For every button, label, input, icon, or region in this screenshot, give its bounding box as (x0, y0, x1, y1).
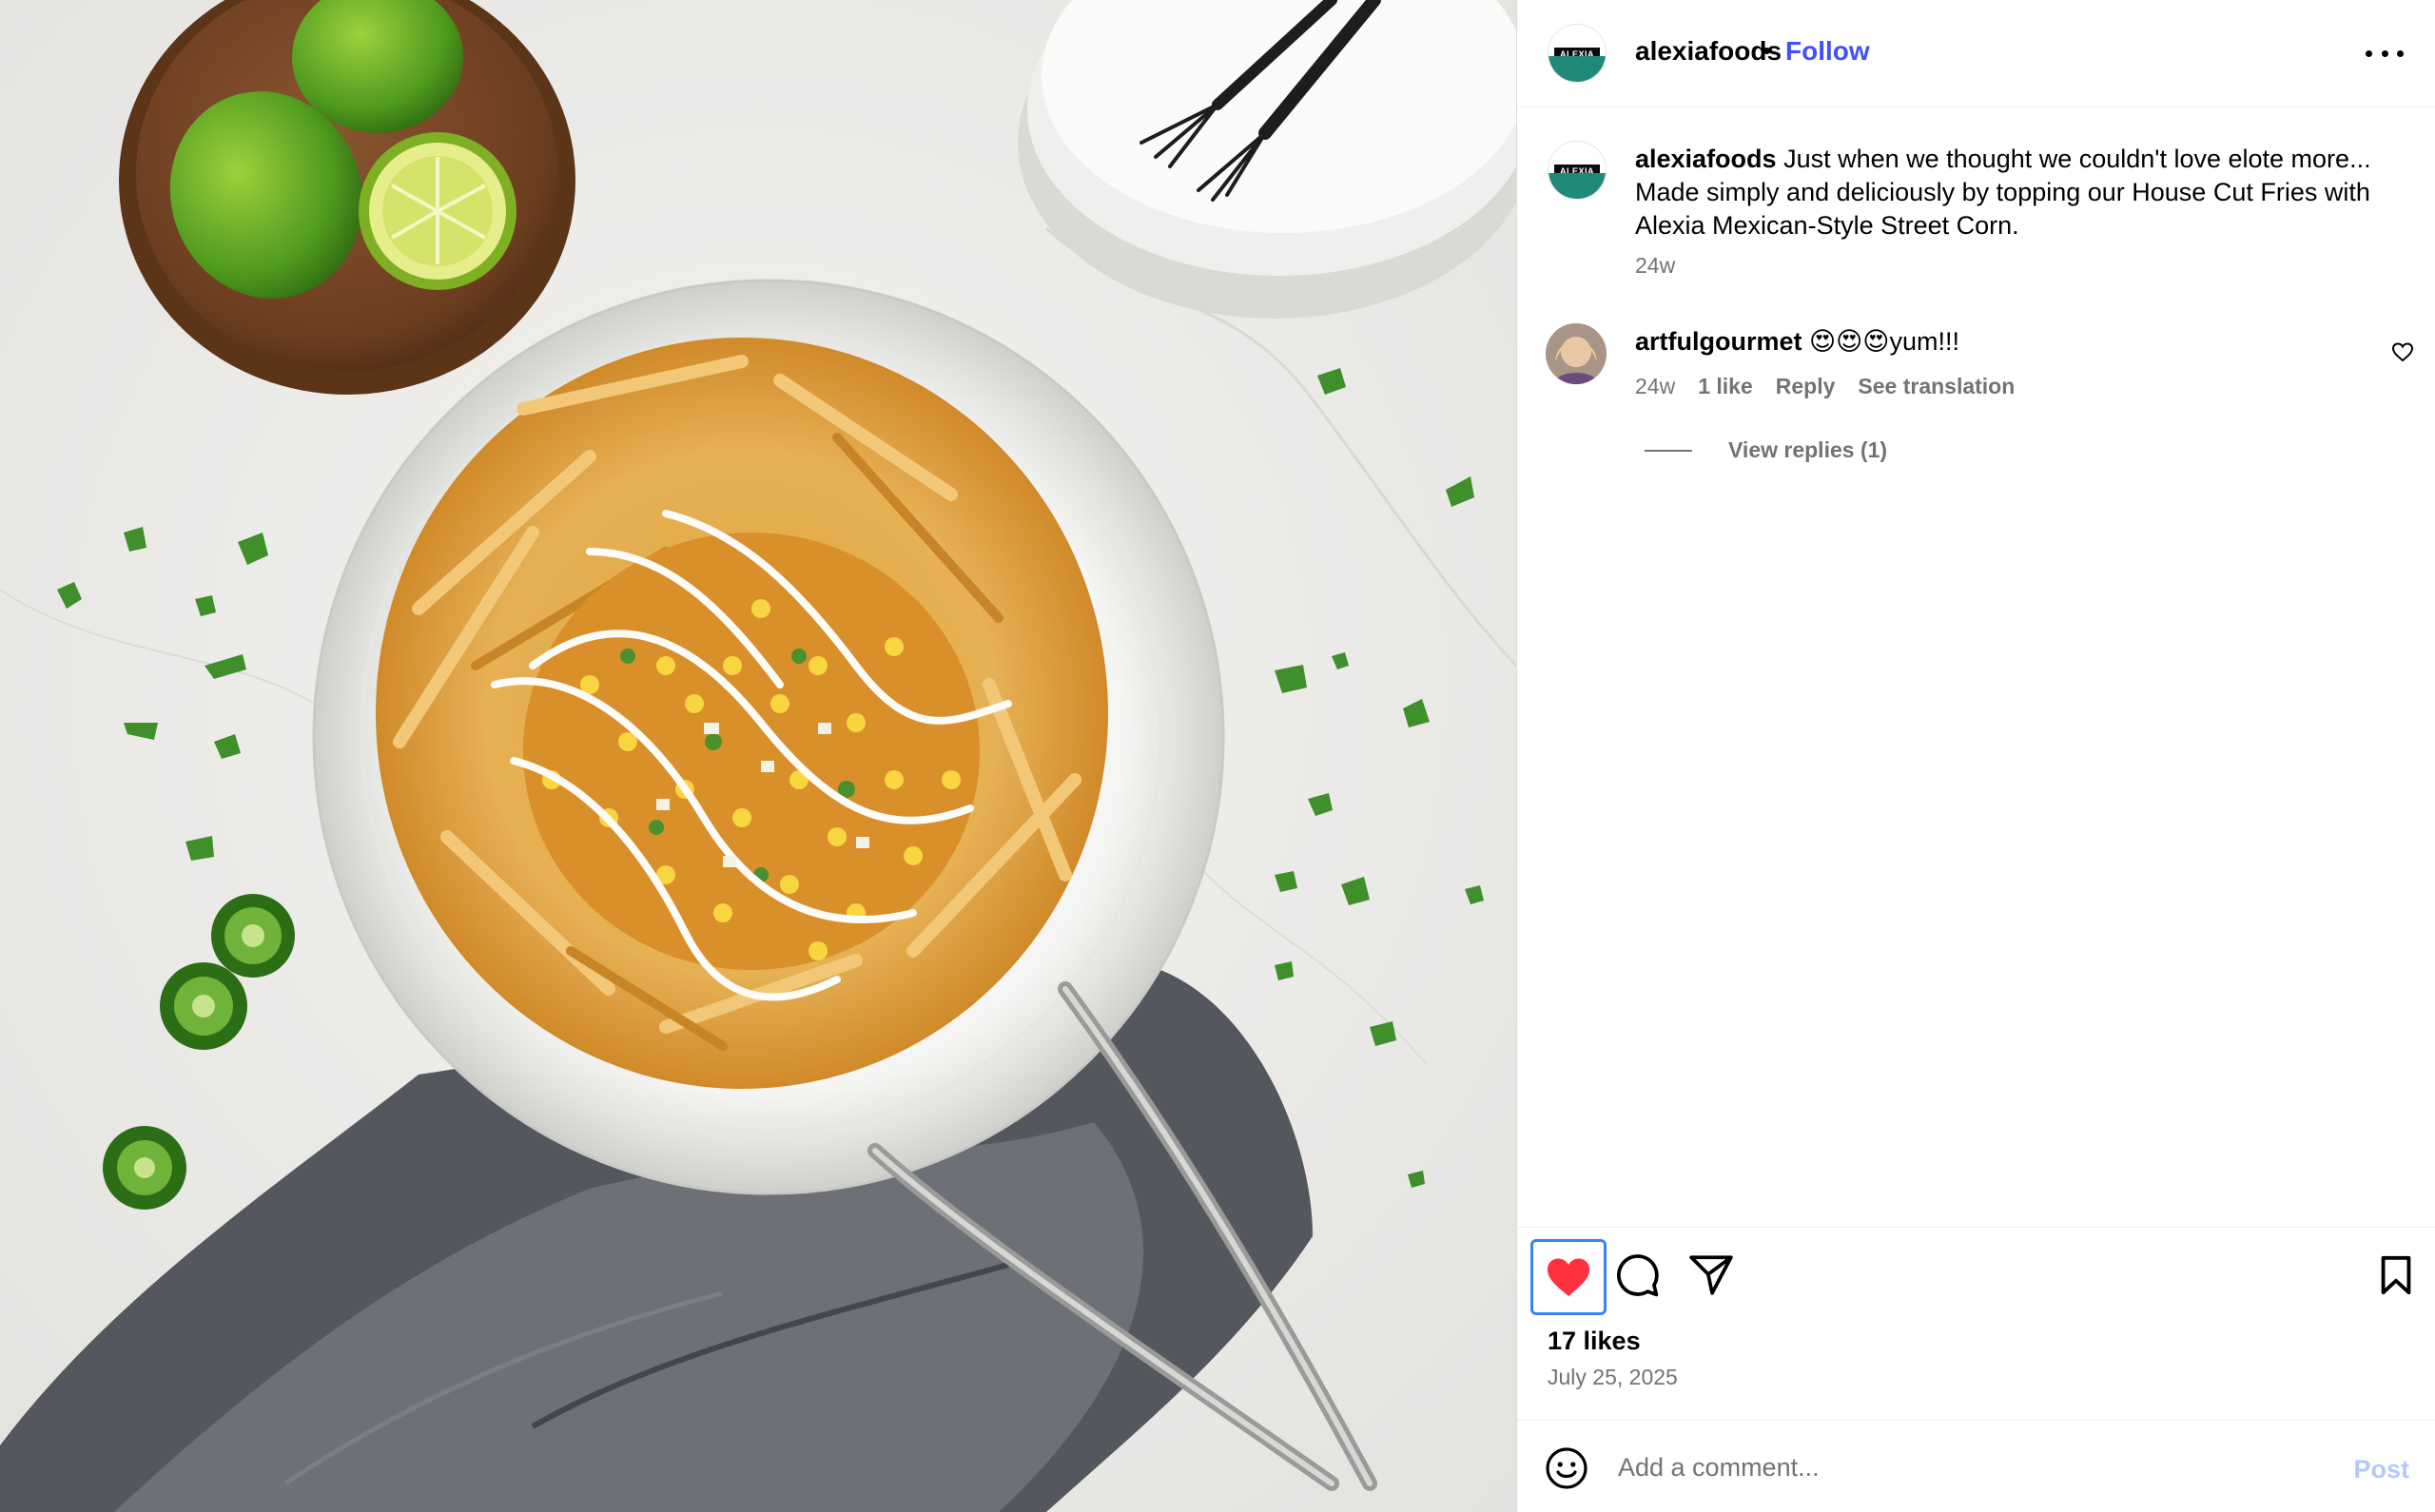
view-replies-label: View replies (1) (1728, 437, 1888, 462)
post-image[interactable] (0, 0, 1516, 1512)
post-sidebar: ALEXIA alexiafoods • Follow ALEXIA alexi… (1516, 0, 2435, 1512)
comment-like-heart-icon[interactable] (2391, 340, 2414, 363)
separator-dot: • (1763, 36, 1772, 65)
comment-meta: 24w 1 like Reply See translation (1635, 374, 2037, 399)
paper-plane-icon (1689, 1255, 1733, 1295)
post-photo (0, 0, 1516, 1512)
heart-filled-icon (1547, 1258, 1590, 1296)
comment-timestamp[interactable]: 24w (1635, 374, 1675, 399)
avatar[interactable]: ALEXIA (1548, 24, 1607, 83)
caption-timestamp[interactable]: 24w (1635, 253, 1675, 279)
caption-text: alexiafoods Just when we thought we coul… (1635, 143, 2396, 242)
share-button[interactable] (1685, 1249, 1738, 1302)
comment-username[interactable]: artfulgourmet (1635, 327, 1802, 356)
author-username[interactable]: alexiafoods (1635, 36, 1782, 67)
post-comment-button[interactable]: Post (2353, 1455, 2409, 1484)
replies-divider-line (1645, 449, 1692, 452)
caption-username[interactable]: alexiafoods (1635, 145, 1777, 173)
see-translation-button[interactable]: See translation (1858, 374, 2015, 399)
post-header: ALEXIA alexiafoods • Follow (1517, 0, 2435, 107)
instagram-post-dialog: ALEXIA alexiafoods • Follow ALEXIA alexi… (0, 0, 2435, 1512)
post-actions: 17 likes July 25, 2025 (1517, 1227, 2435, 1421)
avatar[interactable]: ALEXIA (1548, 141, 1607, 200)
view-replies-button[interactable]: View replies (1) (1645, 437, 1887, 463)
reply-button[interactable]: Reply (1776, 374, 1836, 399)
comment-button[interactable] (1610, 1249, 1664, 1302)
like-button[interactable] (1530, 1239, 1607, 1315)
comment-likes-link[interactable]: 1 like (1698, 374, 1753, 399)
comment-text: artfulgourmet 😍😍😍yum!!! (1635, 325, 1959, 359)
commenter-photo (1546, 323, 1607, 384)
comment-bubble-icon (1617, 1254, 1659, 1297)
follow-button[interactable]: Follow (1785, 36, 1870, 67)
avatar-bottom (1549, 56, 1606, 82)
comment-body: 😍😍😍yum!!! (1802, 327, 1959, 356)
more-options-icon[interactable] (2366, 42, 2404, 65)
post-date[interactable]: July 25, 2025 (1548, 1365, 1678, 1390)
avatar-bottom (1549, 173, 1606, 199)
commenter-avatar[interactable] (1546, 323, 1607, 384)
emoji-icon[interactable] (1544, 1445, 1589, 1491)
add-comment-bar: Post (1517, 1420, 2435, 1512)
likes-count[interactable]: 17 likes (1548, 1327, 1641, 1356)
bookmark-icon (2381, 1255, 2411, 1295)
comment-input[interactable] (1618, 1442, 2303, 1493)
save-button[interactable] (2369, 1249, 2423, 1302)
